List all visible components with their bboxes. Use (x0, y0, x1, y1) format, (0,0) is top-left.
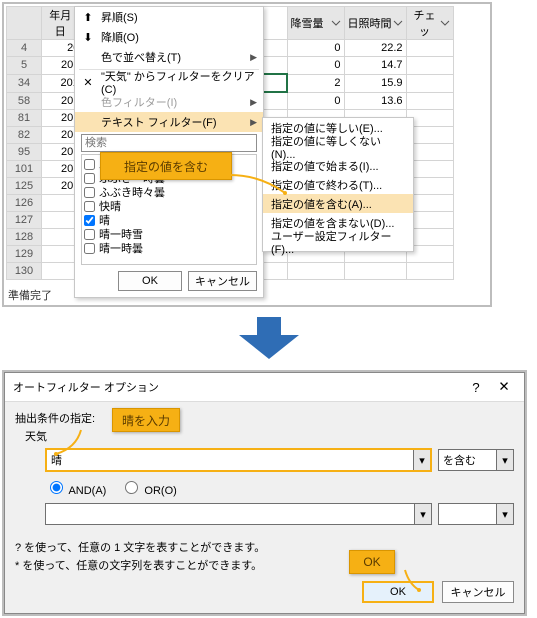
submenu-contains[interactable]: 指定の値を含む(A)... (263, 194, 413, 213)
chevron-down-icon[interactable]: ▾ (496, 450, 513, 470)
chevron-down-icon[interactable]: ▾ (496, 504, 513, 524)
hint-qmark: ? を使って、任意の 1 文字を表すことができます。 (15, 539, 514, 555)
callout-leader (76, 430, 116, 460)
radio-or[interactable]: OR(O) (120, 478, 176, 497)
column-header-G[interactable]: 日照時間 (344, 7, 406, 40)
list-item: 快晴 (84, 199, 254, 213)
autofilter-dialog-panel: オートフィルター オプション ? ✕ 抽出条件の指定: 天気 晴▾ を含む▾ A… (2, 370, 527, 616)
status-bar: 準備完了 (8, 287, 52, 303)
menu-color-filter: 色フィルター(I)▶ (75, 92, 263, 112)
excel-filter-panel: 年月日 降雪量 日照時間 チェッ 4201022.2 52016014.7 34… (2, 2, 492, 307)
list-item: 晴一時曇 (84, 241, 254, 255)
dialog-cancel-button[interactable]: キャンセル (442, 581, 514, 603)
menu-cancel-button[interactable]: キャンセル (188, 271, 257, 291)
operator1-combo[interactable]: を含む▾ (438, 449, 514, 471)
menu-sort-desc[interactable]: ⬇降順(O) (75, 27, 263, 47)
menu-ok-button[interactable]: OK (118, 271, 182, 291)
operator2-combo[interactable]: ▾ (438, 503, 514, 525)
close-button[interactable]: ✕ (490, 376, 518, 398)
menu-clear-filter[interactable]: ✕"天気" からフィルターをクリア(C) (75, 72, 263, 92)
submenu-custom[interactable]: ユーザー設定フィルター(F)... (263, 232, 413, 251)
flow-arrow-icon (239, 317, 299, 362)
filter-search-input[interactable] (81, 134, 257, 152)
list-item: 晴 (84, 213, 254, 227)
radio-and[interactable]: AND(A) (45, 478, 106, 497)
callout-leader (230, 165, 290, 195)
menu-sort-color[interactable]: 色で並べ替え(T)▶ (75, 47, 263, 67)
menu-sort-asc[interactable]: ⬆昇順(S) (75, 7, 263, 27)
chevron-down-icon[interactable]: ▾ (414, 504, 431, 524)
menu-text-filter[interactable]: テキスト フィルター(F)▶ (75, 112, 263, 132)
list-item: 晴一時雪 (84, 227, 254, 241)
value2-combo[interactable]: ▾ (45, 503, 432, 525)
list-item: ふぶき時々曇 (84, 185, 254, 199)
callout-input: 晴を入力 (112, 408, 180, 432)
row-header[interactable] (7, 7, 42, 40)
clear-filter-icon: ✕ (79, 76, 97, 89)
help-button[interactable]: ? (462, 376, 490, 398)
callout-contains: 指定の値を含む (100, 152, 232, 180)
column-header-F[interactable]: 降雪量 (287, 7, 344, 40)
condition-label: 抽出条件の指定: (15, 410, 514, 426)
dialog-title: オートフィルター オプション (13, 379, 159, 395)
sort-desc-icon: ⬇ (79, 31, 97, 44)
chevron-down-icon[interactable]: ▾ (413, 450, 430, 470)
autofilter-dialog: オートフィルター オプション ? ✕ 抽出条件の指定: 天気 晴▾ を含む▾ A… (4, 372, 525, 614)
callout-leader (385, 570, 425, 596)
hint-star: * を使って、任意の文字列を表すことができます。 (15, 557, 514, 573)
column-header-H[interactable]: チェッ (406, 7, 453, 40)
sort-asc-icon: ⬆ (79, 11, 97, 24)
submenu-not-equals[interactable]: 指定の値に等しくない(N)... (263, 137, 413, 156)
